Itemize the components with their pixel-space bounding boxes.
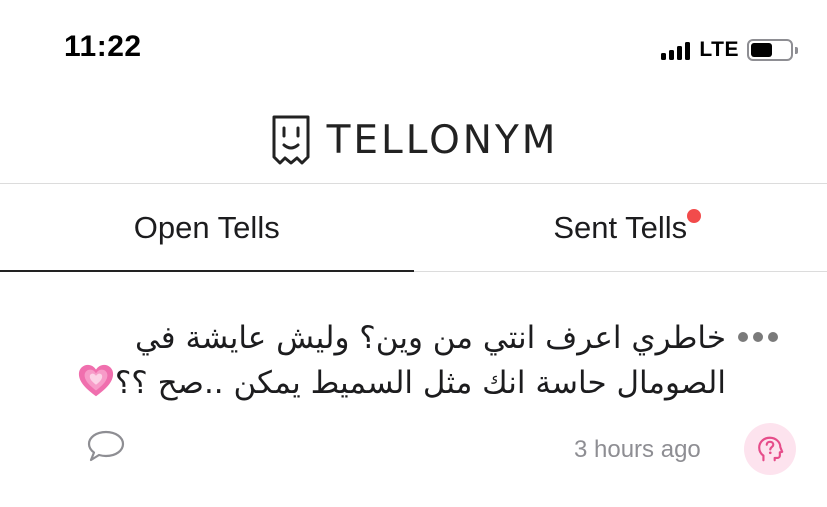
comment-bubble-icon[interactable] bbox=[86, 428, 126, 464]
tab-open-tells[interactable]: Open Tells bbox=[0, 184, 414, 272]
tell-text: خاطري اعرف انتي من وين؟ وليش عايشة في ال… bbox=[46, 316, 726, 406]
sender-profile-button[interactable] bbox=[744, 423, 796, 475]
tab-label: Sent Tells bbox=[553, 210, 688, 245]
status-indicators: LTE bbox=[661, 38, 798, 62]
app-title: TELLONYM bbox=[326, 117, 559, 163]
growing-heart-icon bbox=[78, 364, 113, 397]
network-type: LTE bbox=[699, 38, 739, 61]
tab-sent-tells[interactable]: Sent Tells bbox=[414, 184, 827, 272]
app-header: TELLONYM bbox=[0, 112, 827, 168]
more-options-button[interactable] bbox=[738, 332, 778, 342]
notification-dot bbox=[687, 209, 702, 223]
battery-level bbox=[751, 43, 772, 57]
battery-cap bbox=[795, 47, 798, 54]
tell-timestamp: 3 hours ago bbox=[574, 436, 701, 463]
more-dot bbox=[768, 332, 778, 342]
cellular-signal-icon bbox=[661, 40, 691, 60]
battery-icon bbox=[747, 39, 798, 61]
more-dot bbox=[738, 332, 748, 342]
status-bar: 11:22 LTE bbox=[0, 0, 827, 100]
tab-label: Open Tells bbox=[133, 210, 280, 245]
tellonym-logo-icon bbox=[272, 115, 310, 165]
tell-card: خاطري اعرف انتي من وين؟ وليش عايشة في ال… bbox=[0, 272, 827, 507]
tell-message: خاطري اعرف انتي من وين؟ وليش عايشة في ال… bbox=[114, 320, 726, 401]
tab-label-wrap: Sent Tells bbox=[553, 209, 702, 246]
tab-bar: Open Tells Sent Tells bbox=[0, 184, 827, 272]
question-head-icon bbox=[758, 436, 784, 462]
status-time: 11:22 bbox=[64, 30, 142, 63]
more-dot bbox=[753, 332, 763, 342]
